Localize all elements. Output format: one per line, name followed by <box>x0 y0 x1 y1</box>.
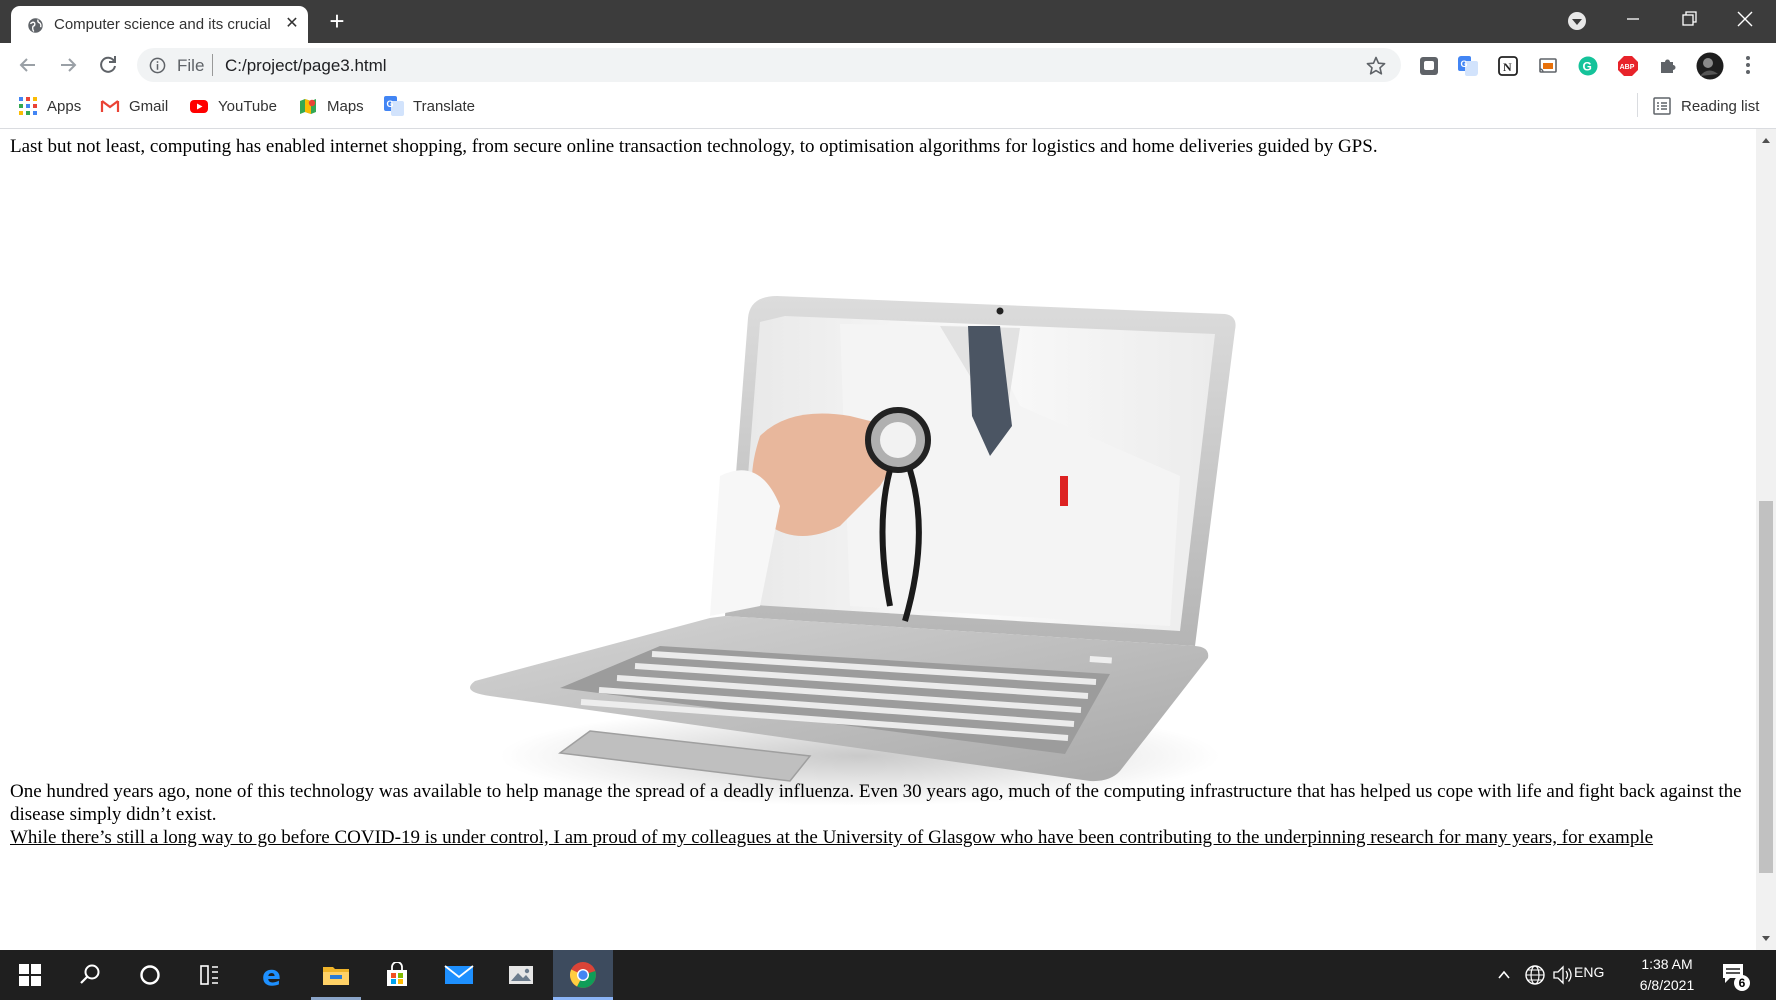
apps-grid-icon <box>19 97 37 115</box>
network-globe-icon[interactable] <box>1524 964 1546 986</box>
chrome-icon <box>569 962 596 988</box>
notion-icon[interactable]: N <box>1498 56 1518 76</box>
microsoft-store-icon <box>387 962 407 986</box>
svg-text:G: G <box>387 99 394 109</box>
task-view-button[interactable] <box>180 950 240 1000</box>
svg-text:G: G <box>1583 60 1592 74</box>
info-icon[interactable] <box>149 57 166 74</box>
svg-text:e: e <box>262 961 281 989</box>
minimize-icon[interactable] <box>1605 0 1661 40</box>
start-button[interactable] <box>0 950 60 1000</box>
new-tab-button[interactable]: + <box>322 6 352 36</box>
doctor-laptop-image <box>470 296 1236 806</box>
photos-icon <box>509 966 533 984</box>
browser-menu-icon[interactable] <box>1742 53 1754 77</box>
close-window-icon[interactable] <box>1717 0 1773 40</box>
windows-taskbar: e ENG 1:38 AM 6/8/2021 6 <box>0 950 1776 1000</box>
url-separator <box>212 54 213 76</box>
restore-icon[interactable] <box>1661 0 1717 40</box>
bookmarks-divider <box>1637 93 1638 117</box>
clock-date: 6/8/2021 <box>1639 977 1695 993</box>
laptop-camera <box>996 307 1004 315</box>
youtube-icon <box>190 100 208 113</box>
cortana-circle-icon <box>140 965 160 985</box>
adblock-plus-icon[interactable]: ABP <box>1618 56 1638 76</box>
paragraph-online-shopping: Last but not least, computing has enable… <box>10 136 1378 157</box>
bookmark-apps[interactable]: Apps <box>18 87 81 125</box>
bookmark-label: Gmail <box>129 97 169 115</box>
bookmark-label: Apps <box>47 97 82 115</box>
file-explorer-button[interactable] <box>306 950 366 1000</box>
bookmarks-bar: Apps Gmail YouTube Maps G Translate Read… <box>0 87 1776 129</box>
svg-text:G: G <box>1461 59 1468 69</box>
reading-list-label: Reading list <box>1681 97 1760 115</box>
maps-icon <box>300 99 316 114</box>
bookmark-label: Translate <box>413 97 475 115</box>
action-center-button[interactable]: 6 <box>1720 960 1750 991</box>
bookmark-label: Maps <box>327 97 364 115</box>
cast-icon[interactable] <box>1538 56 1558 76</box>
volume-icon[interactable] <box>1552 964 1574 986</box>
paragraph-history: One hundred years ago, none of this tech… <box>10 781 1742 825</box>
scroll-up-arrow-icon[interactable] <box>1756 129 1776 151</box>
translate-icon: G <box>384 96 404 116</box>
task-view-icon <box>200 965 218 985</box>
tab-close-icon[interactable]: ✕ <box>281 13 303 35</box>
browser-tab[interactable]: Computer science and its crucial ✕ <box>11 6 308 43</box>
bookmark-translate[interactable]: G Translate <box>384 87 475 125</box>
forward-icon[interactable] <box>55 52 81 78</box>
show-hidden-icons-chevron-icon[interactable] <box>1496 967 1512 983</box>
reading-list-button[interactable]: Reading list <box>1652 87 1759 125</box>
browser-toolbar: File C:/project/page3.html G N G ABP <box>0 43 1776 87</box>
bookmark-star-icon[interactable] <box>1366 56 1386 76</box>
google-translate-icon[interactable]: G <box>1458 56 1478 76</box>
file-explorer-icon <box>323 967 349 985</box>
chrome-taskbar-button[interactable] <box>553 950 613 1000</box>
extensions-puzzle-icon[interactable] <box>1658 56 1678 76</box>
grammarly-icon[interactable]: G <box>1578 56 1598 76</box>
address-bar[interactable]: File C:/project/page3.html <box>137 48 1401 82</box>
search-button[interactable] <box>60 950 120 1000</box>
url-text[interactable]: C:/project/page3.html <box>225 56 387 76</box>
page-content: Last but not least, computing has enable… <box>0 129 1756 950</box>
back-icon[interactable] <box>15 52 41 78</box>
mail-icon <box>444 965 474 984</box>
edge-browser-icon: e <box>262 961 281 989</box>
store-button[interactable] <box>367 950 427 1000</box>
bookmark-gmail[interactable]: Gmail <box>100 87 168 125</box>
svg-text:N: N <box>1503 60 1512 74</box>
scroll-down-arrow-icon[interactable] <box>1756 928 1776 950</box>
url-scheme: File <box>177 56 205 75</box>
globe-icon <box>28 18 43 33</box>
reload-icon[interactable] <box>95 52 121 78</box>
paragraph-covid: While there’s still a long way to go bef… <box>10 827 1654 848</box>
stethoscope-diaphragm <box>880 422 916 458</box>
cortana-button[interactable] <box>120 950 180 1000</box>
clock-time: 1:38 AM <box>1641 956 1693 972</box>
edge-button[interactable]: e <box>243 950 303 1000</box>
reading-list-icon <box>1653 97 1671 115</box>
tab-strip: Computer science and its crucial ✕ + <box>0 0 1776 43</box>
system-clock[interactable]: 1:38 AM 6/8/2021 <box>1630 954 1704 996</box>
gmail-icon <box>100 100 120 112</box>
tab-title: Computer science and its crucial <box>54 16 271 33</box>
bookmark-maps[interactable]: Maps <box>298 87 364 125</box>
svg-text:ABP: ABP <box>1620 64 1635 71</box>
windows-logo-icon <box>19 964 41 986</box>
search-icon <box>80 964 100 984</box>
photos-button[interactable] <box>491 950 551 1000</box>
tab-search-icon[interactable] <box>1549 0 1605 40</box>
mail-button[interactable] <box>429 950 489 1000</box>
page-scrollbar[interactable] <box>1756 129 1776 950</box>
extension-generic-icon[interactable] <box>1419 56 1439 76</box>
notification-count-badge: 6 <box>1734 975 1750 991</box>
profile-avatar[interactable] <box>1696 52 1724 80</box>
bookmark-youtube[interactable]: YouTube <box>189 87 277 125</box>
scroll-thumb[interactable] <box>1759 501 1773 873</box>
bookmark-label: YouTube <box>218 97 277 115</box>
language-indicator[interactable]: ENG <box>1574 964 1604 980</box>
pen-in-pocket <box>1060 476 1068 506</box>
